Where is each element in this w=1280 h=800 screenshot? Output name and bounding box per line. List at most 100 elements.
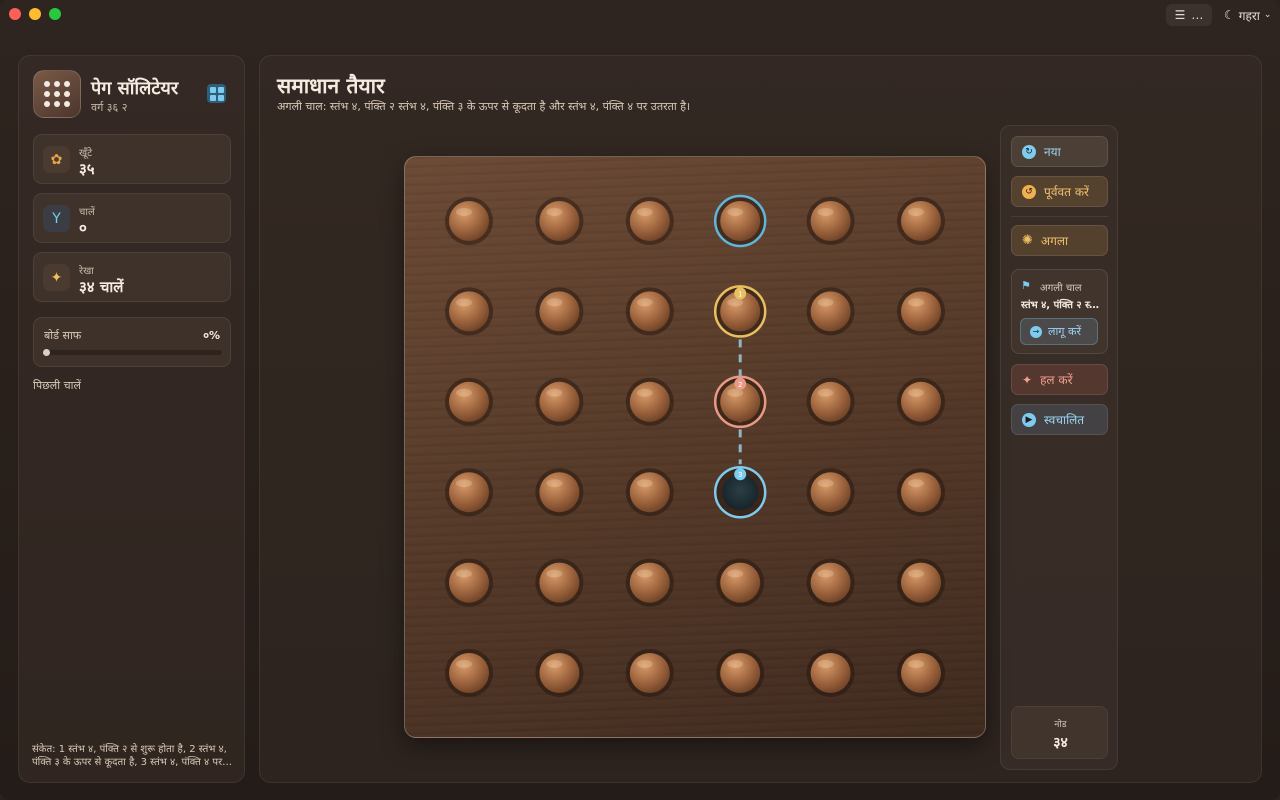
peg[interactable] <box>449 472 489 513</box>
peg[interactable] <box>810 562 851 603</box>
autoplay-button[interactable]: ▶ स्वचालित <box>1011 404 1108 435</box>
board-hole-r2-c6[interactable] <box>897 287 945 336</box>
board-hole-r2-c1[interactable] <box>445 287 493 336</box>
board-hole-r4-c2[interactable] <box>535 468 584 517</box>
board-hole-r1-c4[interactable] <box>713 194 767 248</box>
board-hole-r1-c2[interactable] <box>535 197 584 245</box>
board-layout-button[interactable] <box>207 84 226 103</box>
progress-percent: ०% <box>203 329 220 342</box>
stat-moves-label: चालें <box>79 207 95 218</box>
sidebar: पेग सॉलिटेयर वर्ग ३६ २ ✿ खूँटे ३५ Y चाले… <box>18 55 245 783</box>
app-subtitle: वर्ग ३६ २ <box>91 101 128 114</box>
peg[interactable] <box>539 562 580 603</box>
board-hole-r1-c3[interactable] <box>625 197 674 245</box>
solve-button[interactable]: ✦ हल करें <box>1011 364 1108 395</box>
peg[interactable] <box>629 653 670 693</box>
peg[interactable] <box>629 201 670 241</box>
minimize-window-button[interactable] <box>29 8 41 20</box>
peg[interactable] <box>901 562 941 603</box>
branch-icon: Y <box>43 205 70 232</box>
undo-button[interactable]: ↺ पूर्ववत करें <box>1011 176 1108 207</box>
stat-line: ✦ रेखा ३४ चालें <box>33 252 231 302</box>
board-hole-r6-c5[interactable] <box>806 649 855 697</box>
board-hole-r4-c3[interactable] <box>625 468 674 517</box>
peg[interactable] <box>720 562 761 603</box>
board-hole-r5-c2[interactable] <box>535 558 584 607</box>
peg[interactable] <box>901 472 941 513</box>
stat-pegs-label: खूँटे <box>79 148 93 159</box>
maximize-window-button[interactable] <box>49 8 61 20</box>
board-hole-r4-c6[interactable] <box>897 468 945 517</box>
board-hole-r4-c4[interactable]: 3 <box>713 465 767 519</box>
board-hole-r2-c2[interactable] <box>535 287 584 336</box>
board-hole-r3-c3[interactable] <box>625 377 674 426</box>
board-hole-r3-c4[interactable]: 2 <box>713 375 767 429</box>
board-hole-r3-c2[interactable] <box>535 377 584 426</box>
board-hole-r3-c6[interactable] <box>897 377 945 426</box>
peg[interactable] <box>810 381 851 422</box>
node-label: नोड <box>1054 720 1067 730</box>
peg[interactable] <box>629 562 670 603</box>
new-game-button[interactable]: ↻ नया <box>1011 136 1108 167</box>
peg[interactable] <box>539 201 580 241</box>
peg[interactable] <box>901 653 941 693</box>
app-title: पेग सॉलिटेयर <box>91 78 179 99</box>
peg[interactable] <box>539 472 580 513</box>
peg[interactable] <box>901 291 941 332</box>
board-hole-r5-c5[interactable] <box>806 558 855 607</box>
peg[interactable] <box>449 291 489 332</box>
peg[interactable] <box>810 201 851 241</box>
board-hole-r4-c5[interactable] <box>806 468 855 517</box>
titlebar: ☰ … ☾ गहरा ⌄ <box>0 0 1280 30</box>
board-hole-r2-c5[interactable] <box>806 287 855 336</box>
board-hole-r5-c6[interactable] <box>897 558 945 607</box>
stat-line-value: ३४ चालें <box>79 278 124 296</box>
board-hole-r3-c1[interactable] <box>445 377 493 426</box>
next-hint-button[interactable]: ✺ अगला <box>1011 225 1108 256</box>
peg[interactable] <box>449 562 489 603</box>
board-hole-r5-c4[interactable] <box>716 558 765 607</box>
apply-move-button[interactable]: → लागू करें <box>1020 318 1098 345</box>
peg[interactable] <box>449 653 489 693</box>
peg[interactable] <box>629 291 670 332</box>
tools-menu-button[interactable]: ☰ … <box>1166 4 1212 26</box>
board-hole-r5-c3[interactable] <box>625 558 674 607</box>
progress-knob <box>43 349 50 356</box>
board-hole-r5-c1[interactable] <box>445 558 493 607</box>
board-hole-r2-c3[interactable] <box>625 287 674 336</box>
peg[interactable] <box>810 472 851 513</box>
board-hole-r6-c6[interactable] <box>897 649 945 697</box>
board-hole-r3-c5[interactable] <box>806 377 855 426</box>
board-hole-r6-c1[interactable] <box>445 649 493 697</box>
peg[interactable] <box>720 201 761 241</box>
close-window-button[interactable] <box>9 8 21 20</box>
peg[interactable] <box>539 653 580 693</box>
board-hole-r1-c5[interactable] <box>806 197 855 245</box>
peg[interactable] <box>449 201 489 241</box>
stat-moves: Y चालें ० <box>33 193 231 243</box>
board-hole-r6-c2[interactable] <box>535 649 584 697</box>
peg[interactable] <box>901 201 941 241</box>
board-hole-r4-c1[interactable] <box>445 468 493 517</box>
board-hole-r1-c6[interactable] <box>897 197 945 245</box>
peg[interactable] <box>449 381 489 422</box>
undo-icon: ↺ <box>1022 184 1036 199</box>
peg[interactable] <box>539 291 580 332</box>
theme-menu-button[interactable]: ☾ गहरा ⌄ <box>1218 4 1277 26</box>
play-icon: ▶ <box>1022 412 1036 427</box>
board-hole-r6-c4[interactable] <box>716 649 765 697</box>
peg[interactable] <box>810 291 851 332</box>
peg[interactable] <box>629 381 670 422</box>
board-hole-r2-c4[interactable]: 1 <box>713 285 767 338</box>
board-hole-r1-c1[interactable] <box>445 197 493 245</box>
divider <box>1011 216 1108 217</box>
next-move-text: स्तंभ ४, पंक्ति २ स्तंभ ४, पंक्ति ३ के ऊ… <box>1021 300 1103 311</box>
peg[interactable] <box>629 472 670 513</box>
refresh-icon: ↻ <box>1022 144 1036 159</box>
peg[interactable] <box>539 381 580 422</box>
peg[interactable] <box>810 653 851 693</box>
board-hole-r6-c3[interactable] <box>625 649 674 697</box>
peg[interactable] <box>901 381 941 422</box>
peg[interactable] <box>720 653 761 693</box>
next-move-card: ⚑ अगली चाल स्तंभ ४, पंक्ति २ स्तंभ ४, पं… <box>1011 269 1108 354</box>
